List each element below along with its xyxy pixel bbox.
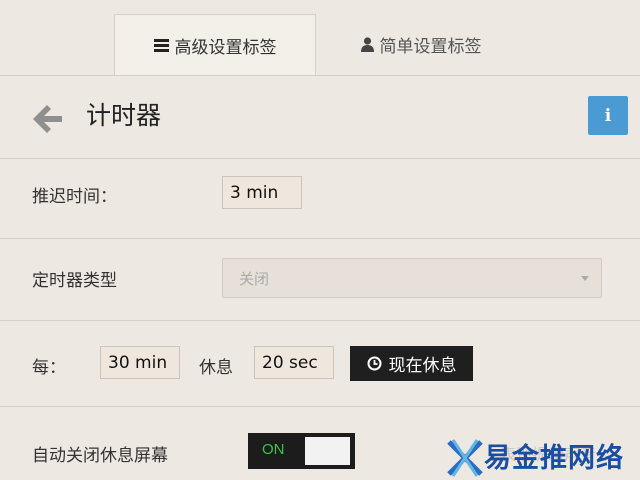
info-icon: i bbox=[604, 105, 612, 126]
rest-now-label: 现在休息 bbox=[388, 356, 457, 376]
info-button[interactable]: i bbox=[588, 96, 628, 135]
clock-icon bbox=[367, 356, 381, 371]
rest-label: 休息 bbox=[199, 358, 233, 378]
rest-duration-input[interactable]: 20 sec bbox=[254, 346, 334, 379]
auto-close-toggle[interactable]: ON bbox=[248, 433, 355, 469]
page-title: 计时器 bbox=[86, 101, 162, 130]
timer-type-value: 关闭 bbox=[239, 269, 270, 288]
auto-close-label: 自动关闭休息屏幕 bbox=[32, 446, 168, 466]
arrow-left-icon[interactable] bbox=[30, 102, 64, 136]
timer-type-label: 定时器类型 bbox=[32, 271, 117, 291]
toggle-knob bbox=[305, 437, 350, 465]
rest-now-button[interactable]: 现在休息 bbox=[350, 346, 473, 381]
every-label: 每： bbox=[32, 358, 66, 378]
tab-advanced-settings[interactable]: 高级设置标签 bbox=[114, 14, 316, 75]
delay-input[interactable]: 3 min bbox=[222, 176, 302, 209]
user-icon bbox=[360, 37, 374, 52]
tab-bar: 高级设置标签 简单设置标签 bbox=[0, 0, 640, 76]
delay-label: 推迟时间： bbox=[32, 187, 117, 207]
timer-type-select[interactable]: 关闭 bbox=[222, 258, 602, 298]
tab-simple-settings[interactable]: 简单设置标签 bbox=[316, 14, 526, 75]
menu-icon bbox=[153, 38, 169, 52]
tab-label: 高级设置标签 bbox=[174, 37, 277, 58]
tab-label: 简单设置标签 bbox=[379, 37, 482, 57]
toggle-state: ON bbox=[262, 441, 285, 458]
watermark-text: 易金推网络 bbox=[484, 443, 624, 474]
interval-input[interactable]: 30 min bbox=[100, 346, 180, 379]
chevron-down-icon bbox=[581, 276, 589, 281]
